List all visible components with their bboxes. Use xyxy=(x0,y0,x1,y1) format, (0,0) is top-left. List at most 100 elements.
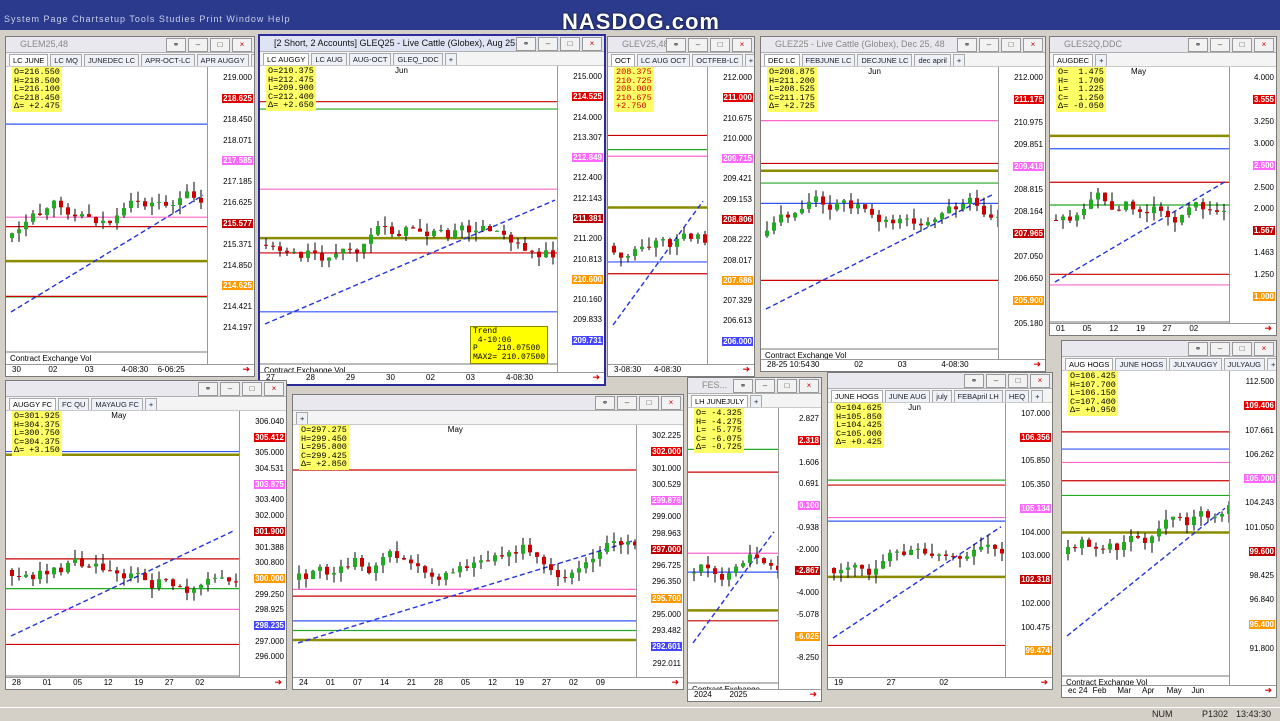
chart-window-w9[interactable]: ⚭ – □ × JUNE HOGS JUNE AUG july FEBApril LH HEQ +… xyxy=(827,372,1053,690)
window-title-bar[interactable]: [2 Short, 2 Accounts] GLEQ25 - Live Catt… xyxy=(260,36,604,52)
maximize-button[interactable]: □ xyxy=(560,37,580,51)
date-axis[interactable]: 2024 2025 ➜ xyxy=(688,689,821,701)
close-button[interactable]: × xyxy=(1254,38,1274,52)
maximize-button[interactable]: □ xyxy=(242,382,262,396)
chart-tab[interactable]: AUG HOGS xyxy=(1065,358,1114,370)
add-tab-button[interactable]: + xyxy=(250,54,254,66)
chart-tab[interactable]: LC AUGGY xyxy=(263,53,310,65)
trend-line[interactable] xyxy=(612,200,704,326)
chart-tab[interactable]: july xyxy=(932,390,952,402)
trend-line[interactable] xyxy=(1066,507,1226,637)
window-title-bar[interactable]: ⚭ – □ × xyxy=(293,395,683,411)
chart-window-w6[interactable]: ⚭ – □ × AUGGY FC FC QU MAYAUG FC + O=301.925 H=30… xyxy=(5,380,287,690)
link-icon[interactable]: ⚭ xyxy=(595,396,615,410)
link-icon[interactable]: ⚭ xyxy=(666,38,686,52)
maximize-button[interactable]: □ xyxy=(210,38,230,52)
add-tab-button[interactable]: + xyxy=(296,412,309,424)
link-icon[interactable]: ⚭ xyxy=(957,38,977,52)
chart-tab[interactable]: MAYAUG FC xyxy=(91,398,143,410)
price-axis[interactable]: 219.000 218.625 218.450 218.071 217.585 217.1… xyxy=(207,67,254,364)
price-axis[interactable]: 306.040 305.412 305.000 304.531 303.875 303.4… xyxy=(239,411,286,677)
chart-tab[interactable]: dec april xyxy=(914,54,951,66)
scroll-right-arrow[interactable]: ➜ xyxy=(1040,677,1048,688)
maximize-button[interactable]: □ xyxy=(1232,342,1252,356)
scroll-right-arrow[interactable]: ➜ xyxy=(1033,359,1041,370)
date-axis[interactable]: 30 02 03 4-08:30 6-06:25 ➜ xyxy=(6,364,254,376)
window-title-bar[interactable]: ⚭ – □ × xyxy=(828,373,1052,389)
maximize-button[interactable]: □ xyxy=(1001,38,1021,52)
candlestick-chart[interactable] xyxy=(1062,371,1230,686)
date-axis[interactable]: 27 28 29 30 02 03 4-08:30 ➜ xyxy=(260,372,604,384)
minimize-button[interactable]: – xyxy=(986,374,1006,388)
maximize-button[interactable]: □ xyxy=(777,379,797,393)
link-icon[interactable]: ⚭ xyxy=(1188,38,1208,52)
window-title-bar[interactable]: GLEV25,48 ⚭ – □ × xyxy=(608,37,754,53)
price-axis[interactable]: 212.000 211.000 210.675 210.000 209.715 209.4… xyxy=(707,67,754,364)
chart-tab[interactable]: AUGGY FC xyxy=(9,398,57,410)
chart-tab[interactable]: APR AUGGY xyxy=(196,54,249,66)
scroll-right-arrow[interactable]: ➜ xyxy=(809,689,817,700)
close-button[interactable]: × xyxy=(799,379,819,393)
chart-tab[interactable]: OCT xyxy=(611,54,635,66)
add-tab-button[interactable]: + xyxy=(1095,54,1108,66)
minimize-button[interactable]: – xyxy=(755,379,775,393)
chart-tab[interactable]: JUNE HOGS xyxy=(1115,358,1168,370)
chart-tab[interactable]: LH JUNEJULY xyxy=(691,395,749,407)
chart-tab[interactable]: JUNE HOGS xyxy=(831,390,883,402)
minimize-button[interactable]: – xyxy=(188,38,208,52)
link-icon[interactable]: ⚭ xyxy=(516,37,536,51)
minimize-button[interactable]: – xyxy=(1210,342,1230,356)
chart-tab[interactable]: HEQ xyxy=(1004,390,1030,402)
date-axis[interactable]: 19 27 02 ➜ xyxy=(828,677,1052,689)
close-button[interactable]: × xyxy=(264,382,284,396)
chart-tab[interactable]: LC AUG xyxy=(311,53,347,65)
chart-tab[interactable]: AUGDEC xyxy=(1053,54,1094,66)
minimize-button[interactable]: – xyxy=(979,38,999,52)
price-axis[interactable]: 107.000 106.356 105.850 105.350 105.134 104.0… xyxy=(1005,403,1052,677)
chart-tab[interactable]: JUNE AUG xyxy=(884,390,931,402)
date-axis[interactable]: 3-08:30 4-08:30 ➜ xyxy=(608,364,754,376)
add-tab-button[interactable]: + xyxy=(444,53,458,65)
trend-line[interactable] xyxy=(264,199,556,325)
chart-tab[interactable]: JULYAUG xyxy=(1223,358,1266,370)
add-tab-button[interactable]: + xyxy=(750,395,763,407)
window-title-bar[interactable]: GLEZ25 - Live Cattle (Globex), Dec 25, 4… xyxy=(761,37,1045,53)
minimize-button[interactable]: – xyxy=(688,38,708,52)
chart-tab[interactable]: JULYAUGGY xyxy=(1169,358,1222,370)
maximize-button[interactable]: □ xyxy=(1008,374,1028,388)
close-button[interactable]: × xyxy=(1254,342,1274,356)
chart-window-w3[interactable]: GLEV25,48 ⚭ – □ × OCT LC AUG OCT OCTFEB-LC +208.… xyxy=(607,36,755,377)
trend-line[interactable] xyxy=(297,540,633,644)
chart-tab[interactable]: APR-OCT-LC xyxy=(141,54,195,66)
price-axis[interactable]: 212.000 211.175 210.975 209.851 209.418 208.8… xyxy=(998,67,1045,359)
candlestick-chart[interactable] xyxy=(6,67,208,365)
chart-window-w5[interactable]: GLES2Q,DDC ⚭ – □ × AUGDEC + O= 1.475 H= 1.700 L= … xyxy=(1049,36,1277,336)
close-button[interactable]: × xyxy=(582,37,602,51)
chart-window-w2[interactable]: [2 Short, 2 Accounts] GLEQ25 - Live Catt… xyxy=(258,34,606,386)
window-title-bar[interactable]: GLEM25,48 ⚭ – □ × xyxy=(6,37,254,53)
add-tab-button[interactable]: + xyxy=(144,398,158,410)
date-axis[interactable]: ec 24 Feb Mar Apr May Jun ➜ xyxy=(1062,685,1276,697)
scroll-right-arrow[interactable]: ➜ xyxy=(1264,685,1272,696)
price-axis[interactable]: 302.225 302.000 301.000 300.529 299.876 299.0… xyxy=(636,425,683,677)
link-icon[interactable]: ⚭ xyxy=(964,374,984,388)
minimize-button[interactable]: – xyxy=(1210,38,1230,52)
maximize-button[interactable]: □ xyxy=(639,396,659,410)
chart-tab[interactable]: LC JUNE xyxy=(9,54,49,66)
price-axis[interactable]: 112.500 109.406 107.661 106.262 105.000 104.2… xyxy=(1229,371,1276,685)
link-icon[interactable]: ⚭ xyxy=(166,38,186,52)
scroll-right-arrow[interactable]: ➜ xyxy=(742,364,750,375)
date-axis[interactable]: 28 01 05 12 19 27 02 ➜ xyxy=(6,677,286,689)
scroll-right-arrow[interactable]: ➜ xyxy=(592,372,600,383)
close-button[interactable]: × xyxy=(732,38,752,52)
chart-tab[interactable]: JUNEDEC LC xyxy=(84,54,140,66)
close-button[interactable]: × xyxy=(232,38,252,52)
scroll-right-arrow[interactable]: ➜ xyxy=(274,677,282,688)
add-tab-button[interactable]: + xyxy=(1267,358,1276,370)
chart-tab[interactable]: DECJUNE LC xyxy=(857,54,913,66)
date-axis[interactable]: 24 01 07 14 21 28 05 12 19 27 02 09 ➜ xyxy=(293,677,683,689)
window-title-bar[interactable]: ⚭ – □ × xyxy=(6,381,286,397)
window-title-bar[interactable]: FES... ⚭ – □ × xyxy=(688,378,821,394)
menu-bar[interactable]: System Page Chartsetup Tools Studies Pri… xyxy=(4,14,290,24)
chart-tab[interactable]: OCTFEB-LC xyxy=(692,54,743,66)
